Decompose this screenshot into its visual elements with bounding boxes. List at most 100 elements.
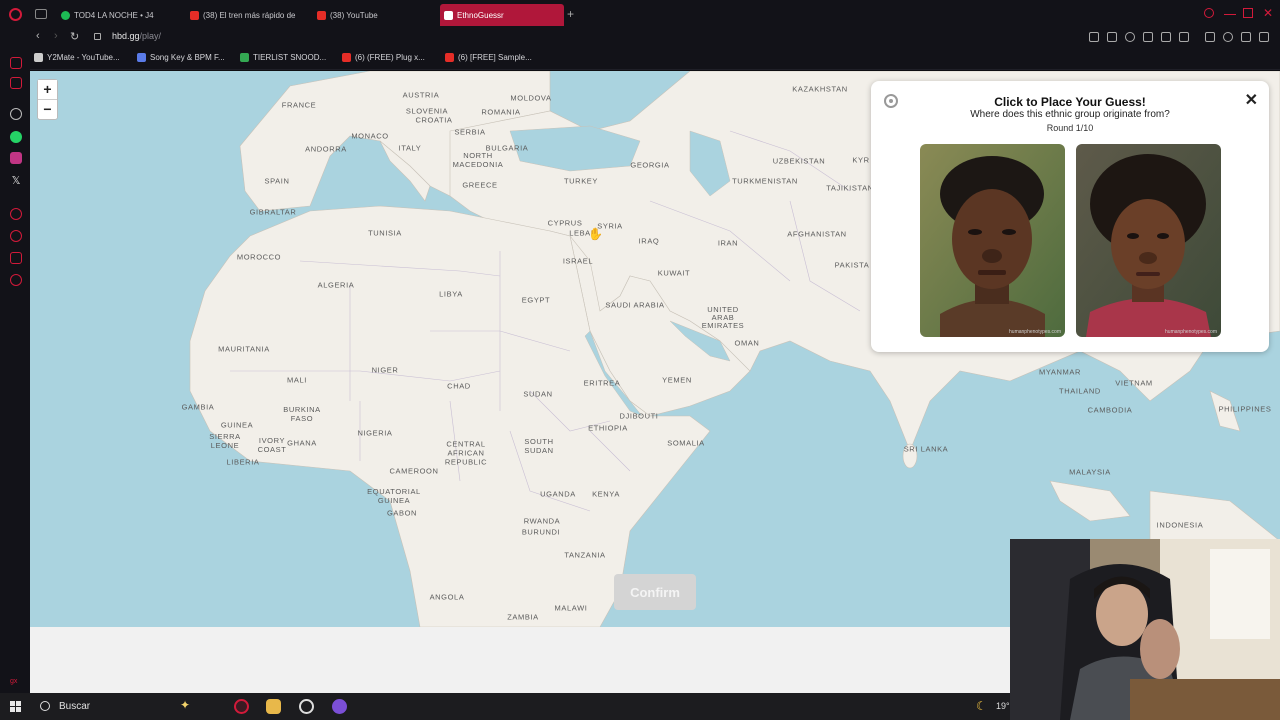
reload-icon[interactable]: ↻ [70,30,79,43]
map-label: GIBRALTAR [249,207,297,217]
workspaces-icon[interactable] [35,9,47,19]
map-label: ISRAEL [562,256,594,266]
more-icon[interactable] [10,680,22,692]
map-label: PAKISTA [834,260,870,270]
zoom-out-button[interactable]: − [38,99,57,118]
history-icon[interactable] [10,230,22,242]
map-label: KENYA [592,489,620,499]
map-label: EGYPT [521,295,551,305]
map-label: THAILAND [1059,386,1101,396]
confirm-button[interactable]: Confirm [614,574,696,610]
youtube-icon [317,10,326,20]
back-icon[interactable]: ‹ [36,30,40,42]
tab-strip: TOD4 LA NOCHE • J4 (38) El tren más rápi… [0,0,1280,28]
bookmark-y2mate[interactable]: Y2Mate - YouTube... [34,53,120,62]
map-label: KAZAKHSTAN [792,84,848,94]
downloads-icon[interactable] [1241,32,1251,42]
tab-spotify[interactable]: TOD4 LA NOCHE • J4 [57,4,175,26]
discord-icon[interactable] [332,699,347,714]
forward-icon[interactable]: › [54,30,58,42]
map-label: MONACO [351,131,389,141]
tab-ethnoguessr[interactable]: EthnoGuessr [440,4,564,26]
instagram-icon[interactable] [10,152,22,164]
settings-icon[interactable] [10,274,22,286]
map-label: RWANDA [523,516,561,526]
opera-logo-icon[interactable] [9,8,22,21]
tab-youtube-2[interactable]: (38) YouTube [313,4,423,26]
spotify-icon [61,10,70,20]
map-label: ETHIOPIA [588,423,628,433]
close-panel-icon[interactable]: ✕ [1245,90,1258,110]
tab-label: TOD4 LA NOCHE • J4 [74,10,154,20]
heart-icon[interactable] [1179,32,1189,42]
map-label: ANGOLA [429,592,465,602]
map-label: FRANCE [281,100,317,110]
map-label: CYPRUS [547,218,583,228]
file-explorer-icon[interactable] [266,699,281,714]
map-label: VIETNAM [1115,378,1153,388]
map-label: NIGERIA [357,428,393,438]
adblock-icon[interactable] [1125,32,1135,42]
tab-youtube-1[interactable]: (38) El tren más rápido de [186,4,300,26]
player-icon[interactable] [1161,32,1171,42]
map-label: INDONESIA [1156,520,1204,530]
map-label: NORTH MACEDONIA [452,151,504,169]
map-label: LIBERIA [226,457,260,467]
map-label: OMAN [734,338,760,348]
map-label: UZBEKISTAN [772,156,826,166]
map-label: ITALY [398,143,422,153]
map-label: SOUTH SUDAN [524,437,554,455]
map-label: TAJIKISTAN [826,183,874,193]
map-label: EQUATORIAL GUINEA [367,487,421,505]
map-label: PHILIPPINES [1218,404,1272,414]
map-label: GUINEA [220,420,254,430]
bookmark-songkey[interactable]: Song Key & BPM F... [137,53,225,62]
lock-icon [94,33,101,40]
close-window-icon[interactable]: ✕ [1263,7,1275,20]
favorites-icon[interactable] [10,208,22,220]
bookmark-label: Y2Mate - YouTube... [47,53,120,62]
bookmark-tierlist[interactable]: TIERLIST SNOOD... [240,53,326,62]
snapshot-icon[interactable] [1107,32,1117,42]
bookmark-plug[interactable]: (6) (FREE) Plug x... [342,53,425,62]
search-tabs-icon[interactable] [1204,8,1214,18]
copilot-sparkle-icon[interactable]: ✦ [180,698,190,712]
translate-icon[interactable] [1143,32,1153,42]
minimize-icon[interactable] [1224,14,1236,15]
map-label: BURKINA FASO [283,405,321,423]
new-tab-button[interactable]: + [567,8,574,20]
image-credit: humanphenotypes.com [1009,329,1061,335]
downloads-sidebar-icon[interactable] [10,252,22,264]
face-image-male[interactable]: humanphenotypes.com [920,144,1065,337]
obs-icon[interactable] [299,699,314,714]
map-label: AFGHANISTAN [787,229,847,239]
maximize-icon[interactable] [1243,8,1253,18]
map-label: IVORY COAST [257,436,287,454]
map-label: LIBYA [439,289,463,299]
url-field[interactable]: hbd.gg/play/ [112,31,161,41]
bookmark-sample[interactable]: (6) [FREE] Sample... [445,53,532,62]
extensions-icon[interactable] [1205,32,1215,42]
zoom-in-button[interactable]: + [38,80,57,99]
taskbar-search-input[interactable]: Buscar [59,701,90,712]
map-label: MALAYSIA [1069,467,1111,477]
menu-icon[interactable] [1259,32,1269,42]
opera-gx-taskbar-icon[interactable] [234,699,249,714]
face-image-female[interactable]: humanphenotypes.com [1076,144,1221,337]
grab-cursor-icon: ✋ [588,227,603,241]
whatsapp-icon[interactable] [10,131,22,143]
bookmark-label: (6) (FREE) Plug x... [355,53,425,62]
bookmark-icon[interactable] [1089,32,1099,42]
bookmark-favicon-icon [240,53,249,62]
windows-start-icon[interactable] [10,701,21,712]
x-icon[interactable]: 𝕏 [10,175,22,187]
youtube-icon [190,10,199,20]
shopping-icon[interactable] [10,77,22,89]
profile-icon[interactable] [1223,32,1233,42]
map-label: DJIBOUTI [619,411,659,421]
image-credit: humanphenotypes.com [1165,329,1217,335]
panel-question: Where does this ethnic group originate f… [970,109,1170,120]
chatgpt-icon[interactable] [10,108,22,120]
home-icon[interactable] [10,57,22,69]
address-bar [0,28,1280,48]
